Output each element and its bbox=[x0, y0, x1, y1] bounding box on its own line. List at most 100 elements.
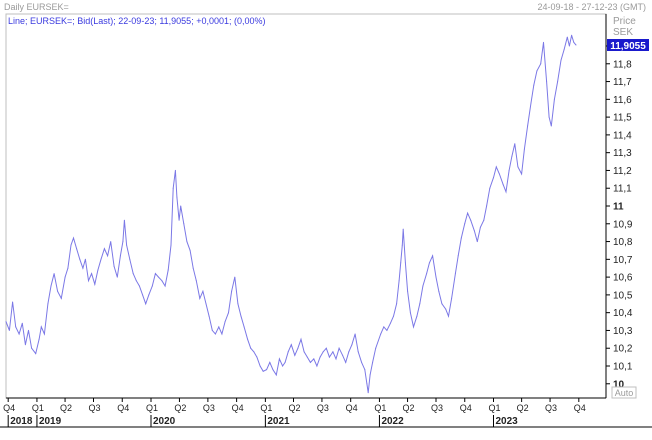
data-point bbox=[110, 241, 112, 243]
data-point bbox=[211, 329, 213, 331]
data-point bbox=[53, 273, 55, 275]
data-point bbox=[103, 248, 105, 250]
data-point bbox=[400, 262, 402, 264]
data-point bbox=[145, 303, 147, 305]
data-point bbox=[396, 303, 398, 305]
data-point bbox=[473, 230, 475, 232]
data-point bbox=[517, 166, 519, 168]
data-point bbox=[383, 326, 385, 328]
plot-area[interactable] bbox=[5, 13, 607, 399]
x-tick-label-quarter: Q3 bbox=[203, 403, 215, 413]
data-point bbox=[94, 283, 96, 285]
data-point bbox=[338, 347, 340, 349]
data-point bbox=[514, 143, 516, 145]
y-tick-label: 11,8 bbox=[613, 59, 632, 70]
data-point bbox=[328, 356, 330, 358]
data-point bbox=[176, 196, 178, 198]
data-point bbox=[189, 249, 191, 251]
data-point bbox=[546, 81, 548, 83]
data-point bbox=[262, 370, 264, 372]
data-point bbox=[164, 285, 166, 287]
data-point bbox=[533, 84, 535, 86]
data-point bbox=[309, 361, 311, 363]
data-point bbox=[361, 361, 363, 363]
data-point bbox=[369, 374, 371, 376]
data-point bbox=[441, 303, 443, 305]
data-point bbox=[272, 369, 274, 371]
x-tick-label-quarter: Q4 bbox=[346, 403, 358, 413]
data-point bbox=[325, 347, 327, 349]
data-point bbox=[297, 347, 299, 349]
data-point bbox=[186, 241, 188, 243]
data-point bbox=[476, 241, 478, 243]
y-tick-label: 11,1 bbox=[613, 184, 632, 195]
data-point bbox=[426, 273, 428, 275]
data-point bbox=[521, 173, 523, 175]
data-point bbox=[573, 41, 575, 43]
x-tick-label-quarter: Q1 bbox=[374, 403, 386, 413]
y-tick-label: 11,3 bbox=[613, 148, 632, 159]
data-point bbox=[393, 315, 394, 317]
data-point bbox=[428, 262, 430, 264]
data-point bbox=[294, 354, 296, 356]
y-tick-label: 10,1 bbox=[613, 362, 633, 373]
data-point bbox=[290, 344, 292, 346]
data-point bbox=[366, 383, 368, 385]
y-axis-ticks: 1010,110,210,310,410,510,610,710,810,911… bbox=[606, 42, 633, 390]
y-tick-label: 11,6 bbox=[613, 95, 632, 106]
data-point bbox=[508, 169, 510, 171]
data-point bbox=[113, 265, 115, 267]
y-tick-label: 11,2 bbox=[613, 166, 632, 177]
data-point bbox=[208, 315, 210, 317]
y-tick-label: 11,7 bbox=[613, 77, 632, 88]
data-point bbox=[342, 354, 344, 356]
x-tick-label-quarter: Q1 bbox=[146, 403, 158, 413]
data-point bbox=[530, 102, 532, 104]
x-tick-label-quarter: Q4 bbox=[232, 403, 244, 413]
data-point bbox=[435, 276, 437, 278]
y-tick-label: 10,3 bbox=[613, 326, 633, 337]
legend-entry: Line; EURSEK=; Bid(Last); 22-09-23; 11,9… bbox=[8, 16, 266, 26]
x-tick-label-quarter: Q2 bbox=[60, 403, 72, 413]
data-point bbox=[372, 361, 374, 363]
data-point bbox=[174, 169, 176, 171]
data-point bbox=[560, 59, 562, 61]
x-tick-label-quarter: Q2 bbox=[403, 403, 415, 413]
data-point bbox=[445, 308, 447, 310]
data-point bbox=[489, 187, 491, 189]
auto-scale-label: Auto bbox=[615, 388, 634, 398]
data-point bbox=[548, 116, 550, 118]
data-point bbox=[543, 41, 544, 43]
data-point bbox=[413, 326, 414, 328]
data-point bbox=[523, 148, 525, 150]
data-point bbox=[31, 347, 33, 349]
data-point bbox=[438, 290, 440, 292]
data-point bbox=[79, 258, 81, 260]
data-point bbox=[498, 173, 500, 175]
data-point bbox=[287, 351, 289, 353]
data-point bbox=[380, 333, 382, 335]
data-point bbox=[563, 49, 565, 51]
data-point bbox=[195, 280, 197, 282]
data-point bbox=[91, 273, 93, 275]
data-point bbox=[8, 329, 10, 331]
x-tick-label-year: 2019 bbox=[39, 416, 62, 427]
last-value-label: 11,9055 bbox=[610, 41, 646, 52]
data-point bbox=[247, 338, 249, 340]
data-point bbox=[306, 356, 308, 358]
data-point bbox=[231, 290, 233, 292]
y-axis-title-unit: SEK bbox=[613, 27, 633, 38]
data-point bbox=[409, 312, 411, 314]
data-point bbox=[345, 361, 347, 363]
series-points bbox=[5, 34, 577, 394]
y-tick-label: 10,4 bbox=[613, 308, 633, 319]
data-point bbox=[540, 63, 542, 65]
data-point bbox=[495, 166, 497, 168]
data-point bbox=[479, 226, 481, 228]
data-point bbox=[464, 223, 466, 225]
data-point bbox=[180, 205, 182, 207]
data-point bbox=[303, 351, 305, 353]
x-tick-label-year: 2018 bbox=[10, 416, 33, 427]
data-point bbox=[154, 273, 156, 275]
data-point bbox=[50, 285, 52, 287]
